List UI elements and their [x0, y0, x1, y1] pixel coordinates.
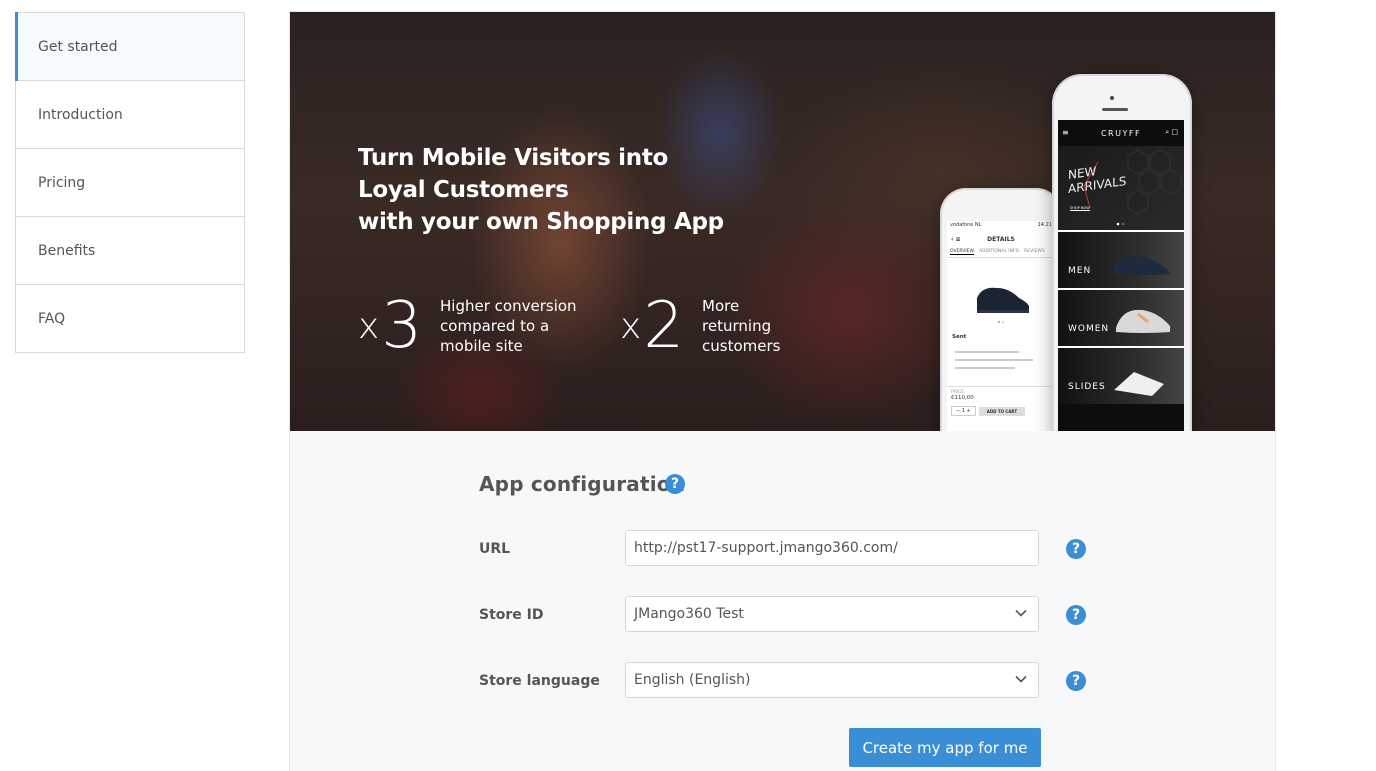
- category-slides[interactable]: SLIDES: [1058, 346, 1184, 404]
- store-id-label: Store ID: [479, 607, 544, 623]
- product-bullets: [947, 342, 1055, 378]
- help-icon-form[interactable]: ?: [665, 474, 685, 494]
- stat-value: 2: [643, 289, 685, 363]
- phone-large-image: ≡ CRUYFF ⌕ □ NEW ARRIVALS SHOP NOW MEN W…: [1052, 74, 1192, 431]
- add-to-cart-button[interactable]: ADD TO CART: [978, 406, 1026, 416]
- stat-text-line: customers: [702, 337, 781, 355]
- main-panel: Turn Mobile Visitors into Loyal Customer…: [290, 12, 1275, 771]
- category-men[interactable]: MEN: [1058, 230, 1184, 288]
- hero-banner: Turn Mobile Visitors into Loyal Customer…: [290, 12, 1275, 431]
- tab-reviews: REVIEWS: [1024, 249, 1045, 254]
- sidebar-item-introduction[interactable]: Introduction: [16, 81, 244, 149]
- create-app-button[interactable]: Create my app for me: [849, 728, 1041, 767]
- qty-stepper[interactable]: − 1 +: [951, 406, 976, 416]
- stat-text-line: compared to a: [440, 317, 550, 335]
- category-women[interactable]: WOMEN: [1058, 288, 1184, 346]
- cart-row: − 1 + ADD TO CART: [947, 404, 1055, 418]
- category-label: WOMEN: [1068, 324, 1110, 334]
- sidebar-item-label: Benefits: [38, 242, 96, 259]
- slide-image: [1114, 372, 1164, 396]
- stat-multiplier: x: [620, 305, 642, 347]
- chevron-down-icon: [1015, 675, 1027, 683]
- stat-text: Higher conversion compared to a mobile s…: [440, 296, 577, 356]
- sidebar-nav: Get started Introduction Pricing Benefit…: [15, 12, 245, 353]
- store-language-select[interactable]: English (English): [625, 662, 1039, 698]
- stat-conversion: x 3 Higher conversion compared to a mobi…: [358, 294, 577, 358]
- app-header-title: DETAILS: [987, 236, 1015, 243]
- sidebar-item-label: Introduction: [38, 106, 123, 123]
- help-icon-store-id[interactable]: ?: [1066, 605, 1086, 625]
- hero-title-line: Loyal Customers: [358, 177, 569, 203]
- form-title-text: App configuration: [479, 472, 686, 496]
- sidebar-item-benefits[interactable]: Benefits: [16, 217, 244, 285]
- store-language-label: Store language: [479, 673, 600, 689]
- sidebar-item-faq[interactable]: FAQ: [16, 285, 244, 353]
- sidebar-item-get-started[interactable]: Get started: [15, 12, 244, 81]
- stat-value: 3: [381, 289, 423, 363]
- sneaker-image: [1113, 255, 1170, 275]
- sidebar-item-label: Pricing: [38, 174, 86, 191]
- chevron-down-icon: [1015, 609, 1027, 617]
- phone-small-image: vodafone NL 14:21 ‹ ≡ DETAILS OVERVIEW A…: [940, 188, 1062, 431]
- form-title: App configuration: [479, 472, 685, 496]
- sidebar-item-label: Get started: [38, 38, 118, 55]
- shop-now-link[interactable]: SHOP NOW: [1070, 206, 1090, 211]
- sneaker-image: [1116, 309, 1170, 333]
- help-icon-url[interactable]: ?: [1066, 539, 1086, 559]
- stat-text-line: More: [702, 297, 740, 315]
- store-id-select[interactable]: JMango360 Test: [625, 596, 1039, 632]
- status-time: 14:21: [1037, 222, 1052, 228]
- stat-returning: x 2 More returning customers: [620, 294, 780, 358]
- phone-large-screen: ≡ CRUYFF ⌕ □ NEW ARRIVALS SHOP NOW MEN W…: [1058, 120, 1184, 431]
- url-label: URL: [479, 541, 511, 557]
- cart-icon: ⌕ □: [1165, 128, 1178, 136]
- hero-title-line: Turn Mobile Visitors into: [358, 145, 669, 171]
- stat-multiplier: x: [358, 305, 380, 347]
- tab-overview: OVERVIEW: [950, 249, 974, 255]
- stat-text-line: returning: [702, 317, 772, 335]
- phone-camera: [1110, 96, 1114, 100]
- hero-title: Turn Mobile Visitors into Loyal Customer…: [358, 142, 724, 238]
- sidebar-item-pricing[interactable]: Pricing: [16, 149, 244, 217]
- help-icon-store-language[interactable]: ?: [1066, 671, 1086, 691]
- stat-text-line: mobile site: [440, 337, 523, 355]
- new-arrivals-banner[interactable]: NEW ARRIVALS SHOP NOW: [1058, 146, 1184, 230]
- product-name: Sent: [952, 334, 967, 340]
- qty-value: 1: [961, 408, 965, 414]
- app-header: ≡ CRUYFF ⌕ □: [1058, 120, 1184, 146]
- phone-speaker: [1102, 108, 1128, 111]
- product-tabs: OVERVIEW ADDITIONAL INFO REVIEWS: [947, 247, 1055, 258]
- back-icon: ‹ ≡: [951, 236, 961, 243]
- category-label: SLIDES: [1068, 382, 1106, 392]
- store-language-value: English (English): [634, 672, 751, 688]
- hero-title-line: with your own Shopping App: [358, 209, 724, 235]
- status-bar: vodafone NL 14:21: [947, 221, 1055, 232]
- sneaker-image: [977, 287, 1029, 323]
- url-value: http://pst17-support.jmango360.com/: [634, 540, 898, 556]
- app-header: ‹ ≡ DETAILS: [947, 232, 1055, 247]
- stat-text: More returning customers: [702, 296, 780, 356]
- category-label: MEN: [1068, 266, 1092, 276]
- sidebar-item-label: FAQ: [38, 310, 66, 327]
- status-carrier: vodafone NL: [950, 222, 982, 228]
- stat-text-line: Higher conversion: [440, 297, 577, 315]
- price-block: PRICE €110,00: [947, 386, 1055, 404]
- phone-small-screen: vodafone NL 14:21 ‹ ≡ DETAILS OVERVIEW A…: [947, 221, 1055, 431]
- url-input[interactable]: http://pst17-support.jmango360.com/: [625, 530, 1039, 566]
- price-value: €110,00: [951, 395, 974, 401]
- store-id-value: JMango360 Test: [634, 606, 744, 622]
- tab-additional-info: ADDITIONAL INFO: [978, 249, 1020, 254]
